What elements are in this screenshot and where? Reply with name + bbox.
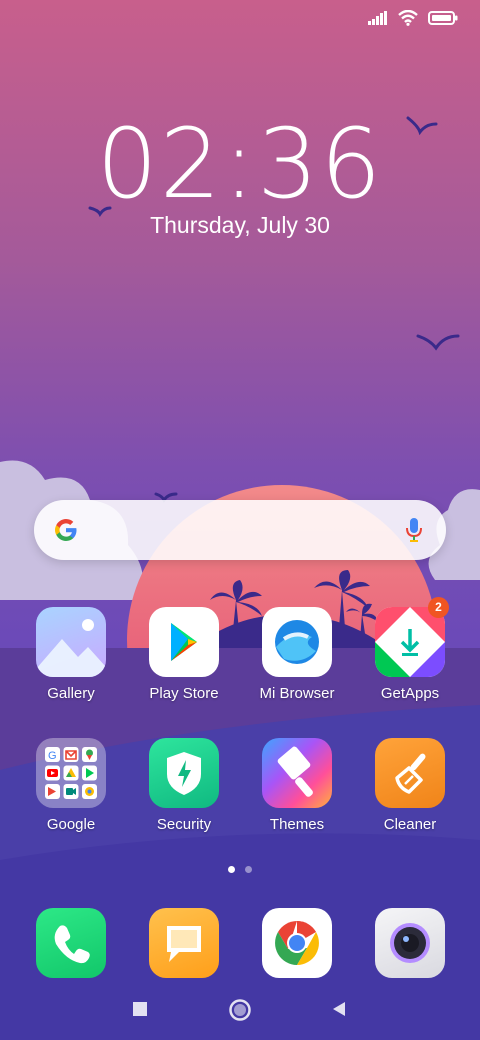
page-indicator[interactable] [0, 866, 480, 873]
mi-browser-icon [262, 607, 332, 677]
status-bar [368, 10, 458, 26]
notification-badge: 2 [428, 597, 449, 618]
dock-messages[interactable] [129, 908, 239, 978]
app-cleaner[interactable]: Cleaner [355, 738, 465, 833]
gallery-icon [36, 607, 106, 677]
dock-chrome[interactable] [242, 908, 352, 978]
page-dot[interactable] [245, 866, 252, 873]
page-dot-active[interactable] [228, 866, 235, 873]
app-label: GetApps [380, 685, 440, 702]
app-mi-browser[interactable]: Mi Browser [242, 607, 352, 702]
dock-camera[interactable] [355, 908, 465, 978]
clock-time[interactable]: 02:36 [0, 108, 480, 220]
app-label: Themes [269, 816, 325, 833]
phone-icon [36, 908, 106, 978]
svg-text:G: G [48, 750, 57, 762]
messages-icon [149, 908, 219, 978]
app-getapps[interactable]: 2 GetApps [355, 597, 465, 702]
app-play-store[interactable]: Play Store [129, 607, 239, 702]
themes-icon [262, 738, 332, 808]
home-circle-icon[interactable] [228, 998, 252, 1022]
clock-date[interactable]: Thursday, July 30 [0, 212, 480, 239]
app-label: Security [156, 816, 212, 833]
app-security[interactable]: Security [129, 738, 239, 833]
camera-icon [375, 908, 445, 978]
app-label: Cleaner [383, 816, 437, 833]
google-search-bar[interactable] [34, 500, 446, 560]
security-icon [149, 738, 219, 808]
wifi-icon [398, 10, 418, 26]
app-google-folder[interactable]: G Google [16, 738, 126, 833]
app-label: Mi Browser [259, 685, 335, 702]
app-themes[interactable]: Themes [242, 738, 352, 833]
battery-icon [428, 11, 458, 25]
dock-phone[interactable] [16, 908, 126, 978]
signal-icon [368, 11, 387, 25]
play-store-icon [149, 607, 219, 677]
chrome-icon [262, 908, 332, 978]
recents-square-icon[interactable] [131, 1000, 149, 1018]
app-gallery[interactable]: Gallery [16, 607, 126, 702]
app-label: Gallery [47, 685, 95, 702]
mic-icon[interactable] [404, 516, 424, 544]
cleaner-broom-icon [375, 738, 445, 808]
app-label: Google [46, 816, 96, 833]
google-folder-icon: G [36, 738, 106, 808]
back-triangle-icon[interactable] [330, 1000, 348, 1018]
app-label: Play Store [149, 685, 219, 702]
google-g-icon [55, 519, 77, 541]
